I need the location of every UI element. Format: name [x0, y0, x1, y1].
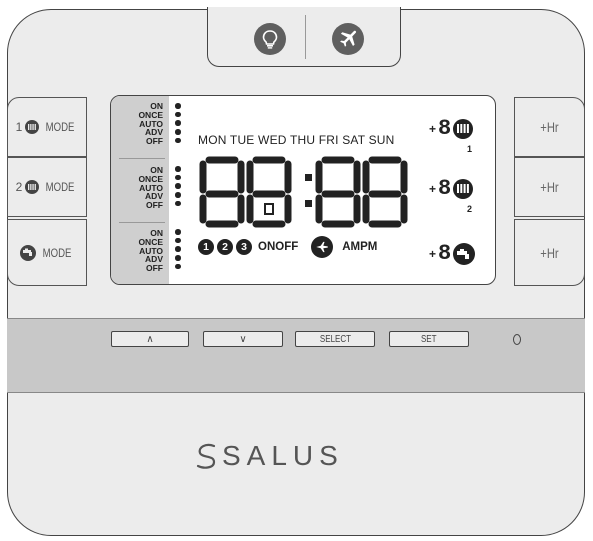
- brand-name: SALUS: [222, 440, 344, 471]
- plus-hour-label: +Hr: [540, 179, 559, 195]
- plus-hour-label: +Hr: [540, 244, 559, 261]
- time-digit: [199, 156, 245, 228]
- zone1-plus-hour-button[interactable]: +Hr: [514, 97, 585, 157]
- mode-off: OFF: [146, 136, 163, 147]
- zone2-digit: 8: [438, 176, 452, 201]
- top-button-panel: [207, 7, 401, 67]
- time-colon: [305, 174, 312, 181]
- mode-separator: [119, 222, 165, 223]
- select-label: SELECT: [319, 333, 351, 345]
- weekday-row: MON TUE WED THU FRI SAT SUN: [198, 133, 395, 147]
- set-label: SET: [421, 333, 437, 345]
- plus-hour-label: +Hr: [540, 119, 559, 135]
- zone2-indicator: + 8: [429, 176, 474, 201]
- lcd-display: ON ONCE AUTO ADV OFF ON ONCE AUTO ADV OF…: [110, 95, 496, 285]
- hotwater-digit: 8: [438, 241, 452, 266]
- top-divider: [305, 15, 306, 59]
- time-digit: [315, 156, 361, 228]
- mode-label: MODE: [42, 245, 71, 260]
- tap-symbol: [264, 203, 274, 215]
- holiday-button[interactable]: [332, 23, 364, 55]
- tap-icon: [19, 244, 36, 261]
- time-display: [199, 156, 408, 228]
- zone1-number: 1: [467, 144, 473, 154]
- hotwater-plus-hour-button[interactable]: +Hr: [514, 219, 585, 286]
- brand-logo: SALUS: [194, 440, 344, 472]
- plus-sign: +: [429, 246, 437, 261]
- down-label: ∨: [239, 333, 247, 345]
- hotwater-indicator: + 8: [429, 241, 476, 266]
- down-button[interactable]: ∨: [203, 331, 283, 347]
- zone2-number: 2: [15, 180, 23, 194]
- zone1-mode-list: ON ONCE AUTO ADV OFF: [115, 102, 163, 146]
- zone2-mode-button[interactable]: 2 MODE: [7, 157, 87, 217]
- radiator-icon: [25, 180, 40, 194]
- mode-label: MODE: [45, 180, 75, 194]
- up-label: ∧: [146, 333, 154, 345]
- mode-indicator-dots: [175, 166, 181, 207]
- status-led: [513, 334, 521, 345]
- salus-swirl-icon: [196, 443, 216, 469]
- zone2-plus-hour-button[interactable]: +Hr: [514, 157, 585, 217]
- program-status-row: 1 2 3 ONOFF AMPM: [198, 236, 377, 258]
- radiator-icon: [25, 120, 40, 134]
- mode-indicator-dots: [175, 229, 181, 270]
- radiator-icon: [453, 118, 474, 139]
- time-colon: [305, 200, 312, 207]
- hotwater-mode-button[interactable]: MODE: [7, 219, 87, 286]
- set-button[interactable]: SET: [389, 331, 469, 347]
- zone1-mode-button[interactable]: 1 MODE: [7, 97, 87, 157]
- radiator-icon: [453, 178, 474, 199]
- mode-off: OFF: [146, 200, 163, 211]
- select-button[interactable]: SELECT: [295, 331, 375, 347]
- up-button[interactable]: ∧: [111, 331, 189, 347]
- plus-sign: +: [429, 181, 437, 196]
- lightbulb-icon: [262, 30, 278, 49]
- zone1-digit: 8: [438, 116, 452, 141]
- zone1-number: 1: [15, 120, 23, 134]
- time-digit: [362, 156, 408, 228]
- hotwater-mode-list: ON ONCE AUTO ADV OFF: [115, 229, 163, 273]
- ampm-indicator: AMPM: [342, 241, 378, 253]
- control-panel: ∧ ∨ SELECT SET: [7, 318, 585, 393]
- mode-separator: [119, 158, 165, 159]
- zone2-mode-list: ON ONCE AUTO ADV OFF: [115, 166, 163, 210]
- mode-off: OFF: [146, 263, 163, 274]
- zone1-indicator: + 8: [429, 116, 474, 141]
- airplane-icon: [340, 30, 357, 47]
- plus-sign: +: [429, 121, 437, 136]
- zone2-number: 2: [467, 204, 473, 214]
- program-3-indicator: 3: [236, 239, 252, 255]
- program-2-indicator: 2: [217, 239, 233, 255]
- tap-icon: [453, 242, 476, 265]
- lightbulb-button[interactable]: [254, 23, 286, 55]
- program-1-indicator: 1: [198, 239, 214, 255]
- onoff-indicator: ONOFF: [258, 241, 299, 253]
- airplane-icon: [311, 236, 334, 258]
- mode-indicator-dots: [175, 103, 181, 144]
- mode-label: MODE: [45, 120, 75, 134]
